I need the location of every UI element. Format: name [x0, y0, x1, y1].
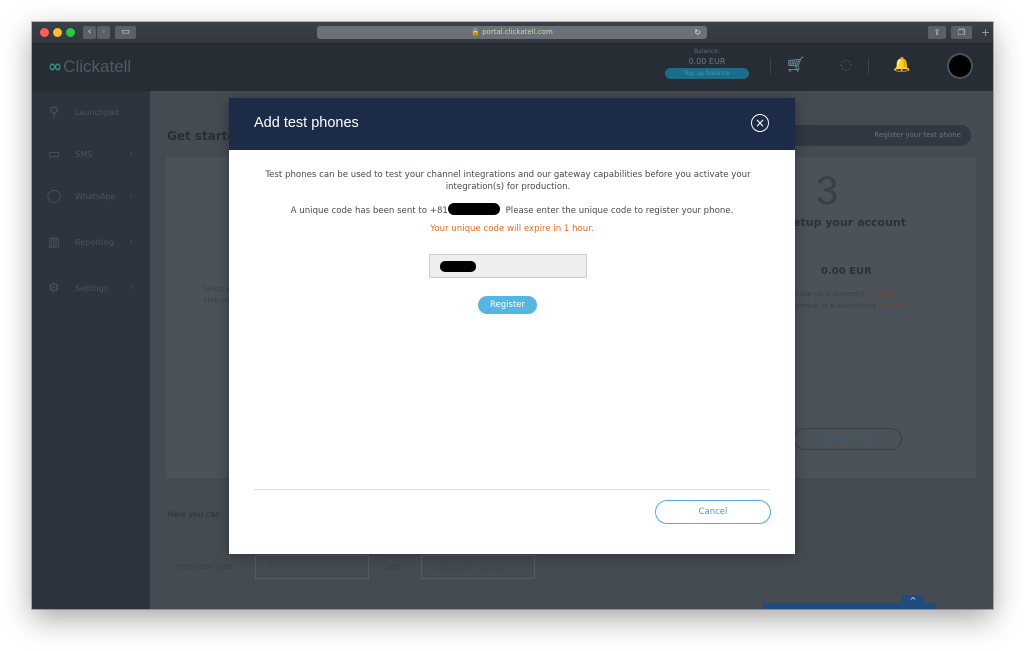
- chevron-right-icon: ›: [101, 27, 106, 37]
- step-note: enewal of subscriptions disabled: [794, 302, 908, 310]
- address-bar[interactable]: 🔒 portal.clickatell.com ↻: [317, 26, 707, 39]
- sidebar-item-whatsapp[interactable]: ◯ WhatsApp ›: [32, 183, 150, 209]
- add-test-phones-dialog: Add test phones × Test phones can be use…: [229, 98, 795, 554]
- sidebar-item-label: Reporting: [75, 237, 114, 247]
- close-icon: ×: [754, 115, 766, 130]
- balance-widget: Balance: 0.00 EUR Top up balance: [664, 48, 750, 79]
- dialog-header: Add test phones ×: [229, 98, 795, 150]
- top-up-balance-button[interactable]: Top up balance: [665, 68, 749, 79]
- chevron-right-icon: ›: [129, 149, 133, 159]
- header-divider: [770, 58, 771, 74]
- infinity-logo-icon: ∞: [48, 57, 62, 77]
- back-button[interactable]: ‹: [83, 26, 96, 39]
- reload-icon[interactable]: ↻: [694, 26, 701, 39]
- sidebar-item-launchpad[interactable]: ⚲ Launchpad: [32, 99, 150, 125]
- rocket-icon: ⚲: [49, 104, 59, 120]
- sidebar-item-settings[interactable]: ⚙ Settings ›: [32, 275, 150, 301]
- setup-billing-button[interactable]: Setup billing: [794, 428, 902, 450]
- forward-button[interactable]: ›: [97, 26, 110, 39]
- step-description: SMS int: [203, 297, 230, 305]
- share-icon: ⇪: [933, 28, 941, 37]
- gear-icon: ⚙: [48, 280, 60, 296]
- balance-label: Balance:: [694, 48, 720, 55]
- sidebar-item-label: WhatsApp: [75, 191, 116, 201]
- select-value: All: [267, 562, 277, 571]
- code-sent-prefix: A unique code has been sent to +81: [290, 206, 448, 216]
- disabled-status: disabled: [866, 290, 897, 298]
- step-description: Setup y: [203, 285, 230, 293]
- dialog-description: Test phones can be used to test your cha…: [265, 170, 751, 192]
- brand-name: Clickatell: [63, 57, 132, 76]
- sidebar-icon: ▭: [121, 27, 130, 37]
- scroll-to-top-button[interactable]: ^: [902, 595, 924, 607]
- cancel-button[interactable]: Cancel: [655, 500, 771, 524]
- step-balance: 0.00 EUR: [821, 266, 872, 277]
- brand-logo[interactable]: ∞ Clickatell: [48, 57, 131, 77]
- sidebar-item-label: Launchpad: [75, 107, 120, 117]
- lock-icon: 🔒: [471, 28, 480, 36]
- chevron-left-icon: ‹: [87, 27, 92, 37]
- zoom-window-button[interactable]: [66, 28, 75, 37]
- sort-select[interactable]: Integration name: [421, 555, 535, 579]
- step-number: 3: [815, 169, 839, 213]
- code-sent-message: A unique code has been sent to +81 Pleas…: [229, 203, 795, 217]
- bell-icon[interactable]: 🔔: [892, 57, 912, 73]
- balance-value: 0.00 EUR: [688, 57, 726, 66]
- dialog-divider: [254, 489, 770, 490]
- url-text: portal.clickatell.com: [482, 28, 553, 36]
- register-button[interactable]: Register: [478, 296, 537, 314]
- redacted-phone-number: [447, 203, 500, 215]
- chevron-right-icon: ›: [129, 191, 133, 201]
- sidebar-item-reporting[interactable]: ▥ Reporting ›: [32, 229, 150, 255]
- select-value: Integration name: [433, 562, 503, 571]
- close-window-button[interactable]: [40, 28, 49, 37]
- chat-icon: ▭: [47, 146, 61, 162]
- dialog-title: Add test phones: [254, 115, 359, 131]
- sidebar: ⚲ Launchpad ▭ SMS › ◯ WhatsApp › ▥ Repor…: [32, 91, 150, 609]
- sidebar-item-label: SMS: [75, 149, 93, 159]
- close-dialog-button[interactable]: ×: [751, 114, 769, 132]
- avatar[interactable]: [949, 55, 971, 77]
- whatsapp-icon: ◯: [46, 188, 62, 204]
- header-divider: [868, 58, 869, 74]
- step-note-text: enewal of subscriptions: [794, 302, 879, 310]
- code-expiry-warning: Your unique code will expire in 1 hour.: [430, 224, 594, 234]
- filter-type-label: Integration Type:: [175, 563, 235, 571]
- filter-sort-label: Sort:: [386, 563, 403, 571]
- chevron-right-icon: ›: [129, 237, 133, 247]
- unique-code-input[interactable]: [429, 254, 587, 278]
- browser-toolbar: ‹ › ▭ 🔒 portal.clickatell.com ↻ ⇪ ❐ +: [32, 22, 993, 44]
- chevron-up-icon: ^: [909, 596, 917, 605]
- share-button[interactable]: ⇪: [928, 26, 946, 39]
- new-tab-button[interactable]: +: [978, 26, 993, 40]
- sidebar-item-label: Settings: [75, 283, 108, 293]
- integrations-intro: Here you can: [167, 510, 221, 519]
- tabs-icon: ❐: [957, 28, 966, 37]
- redacted-code-value: [440, 261, 476, 272]
- minimize-window-button[interactable]: [53, 28, 62, 37]
- sidebar-item-sms[interactable]: ▭ SMS ›: [32, 141, 150, 167]
- disabled-status: disabled: [878, 302, 909, 310]
- integration-type-select[interactable]: All: [255, 555, 369, 579]
- chevron-right-icon: ›: [129, 283, 133, 293]
- lightbulb-icon[interactable]: ◌: [836, 57, 856, 73]
- code-sent-suffix: Please enter the unique code to register…: [502, 206, 734, 216]
- step-note: o top up is currently disabled: [794, 290, 896, 298]
- step-title: etup your account: [793, 216, 907, 229]
- tabs-button[interactable]: ❐: [951, 26, 972, 39]
- bar-chart-icon: ▥: [47, 234, 61, 250]
- step-note-text: o top up is currently: [794, 290, 867, 298]
- sidebar-toggle-button[interactable]: ▭: [115, 26, 136, 39]
- store-icon[interactable]: 🛒: [786, 57, 806, 73]
